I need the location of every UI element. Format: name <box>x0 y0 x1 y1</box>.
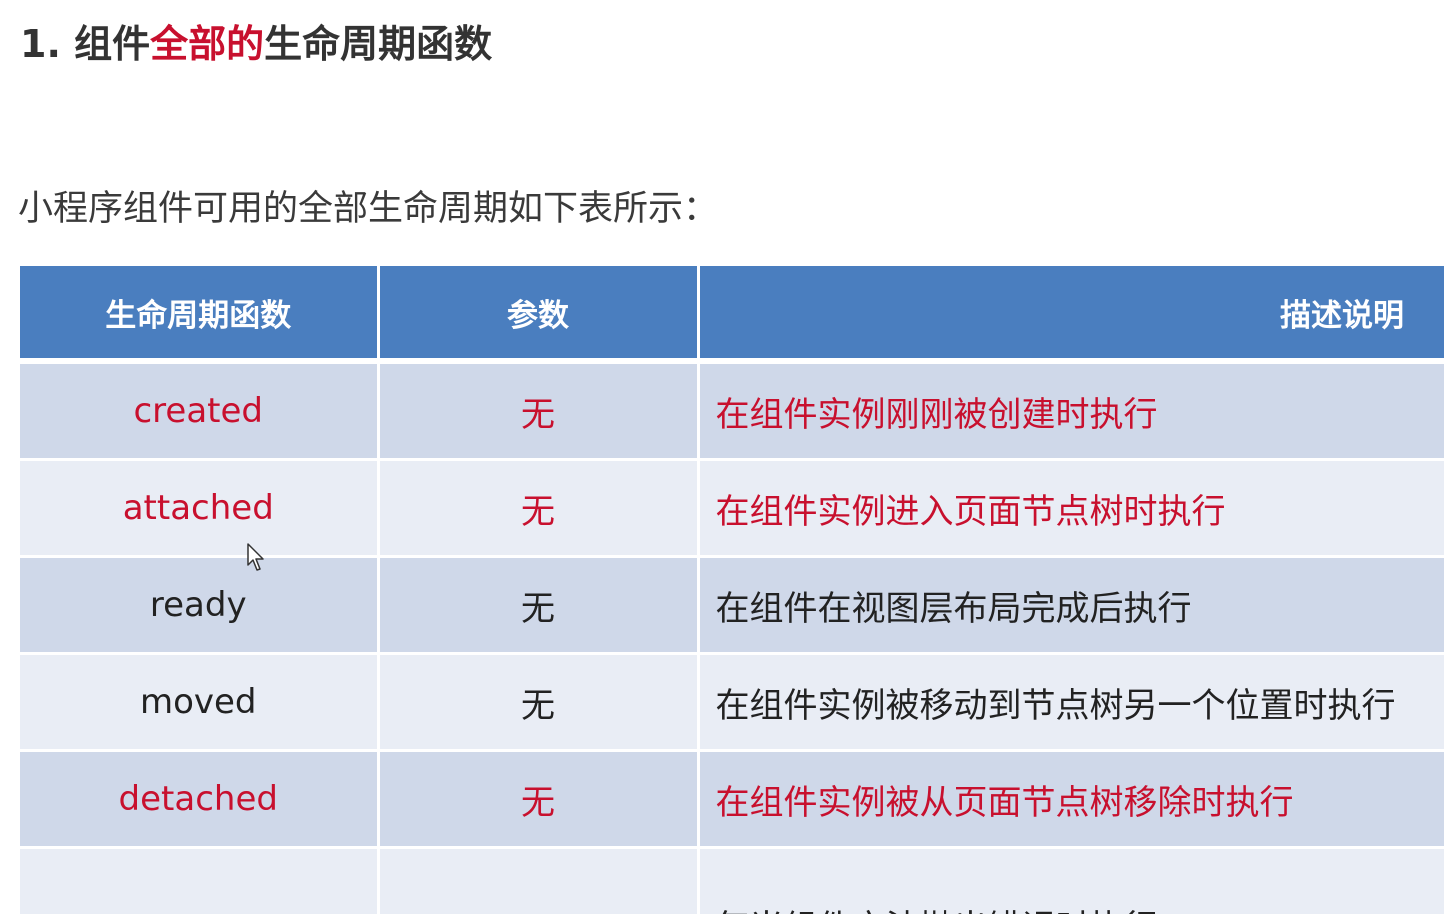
row-param: 无 <box>378 653 700 752</box>
row-param: 无 <box>378 459 700 558</box>
row-param: 无 <box>378 361 700 461</box>
row-function-name: ready <box>20 556 380 655</box>
row-description: 在组件实例进入页面节点树时执行 <box>698 459 1444 558</box>
table-row: detached 无 在组件实例被从页面节点树移除时执行 <box>20 750 1444 849</box>
page-title: 1. 组件全部的生命周期函数 <box>20 16 492 72</box>
page-title-suffix: 生命周期函数 <box>264 22 493 66</box>
table-row: error Object Error 每当组件方法抛出错误时执行 <box>20 847 1444 914</box>
row-param: Object Error <box>378 847 700 914</box>
row-description: 在组件在视图层布局完成后执行 <box>698 556 1444 655</box>
mouse-pointer-icon <box>247 543 264 571</box>
row-function-name: attached <box>20 459 380 558</box>
row-function-name: moved <box>20 653 380 752</box>
row-function-name: error <box>20 847 380 914</box>
table-row: ready 无 在组件在视图层布局完成后执行 <box>20 556 1444 655</box>
table-header-row: 生命周期函数 参数 描述说明 <box>20 266 1444 364</box>
row-param: 无 <box>378 750 700 849</box>
table-row: moved 无 在组件实例被移动到节点树另一个位置时执行 <box>20 653 1444 752</box>
page-title-accent: 全部的 <box>150 22 265 66</box>
row-function-name: detached <box>20 750 380 849</box>
page-title-prefix: 1. 组件 <box>20 22 151 66</box>
row-param: 无 <box>378 556 700 655</box>
header-params: 参数 <box>378 266 700 364</box>
lifecycle-table: 生命周期函数 参数 描述说明 created 无 在组件实例刚刚被创建时执行 a… <box>20 266 1444 914</box>
row-description: 每当组件方法抛出错误时执行 <box>698 847 1444 914</box>
table-intro-text: 小程序组件可用的全部生命周期如下表所示： <box>18 189 719 229</box>
row-description: 在组件实例被移动到节点树另一个位置时执行 <box>698 653 1444 752</box>
row-description: 在组件实例刚刚被创建时执行 <box>698 361 1444 461</box>
header-description: 描述说明 <box>698 266 1444 364</box>
table-row: attached 无 在组件实例进入页面节点树时执行 <box>20 459 1444 558</box>
header-lifecycle-function: 生命周期函数 <box>20 266 380 364</box>
table-row: created 无 在组件实例刚刚被创建时执行 <box>20 361 1444 461</box>
row-description: 在组件实例被从页面节点树移除时执行 <box>698 750 1444 849</box>
row-function-name: created <box>20 361 380 461</box>
slide: 1. 组件全部的生命周期函数 小程序组件可用的全部生命周期如下表所示： 生命周期… <box>0 0 1444 914</box>
